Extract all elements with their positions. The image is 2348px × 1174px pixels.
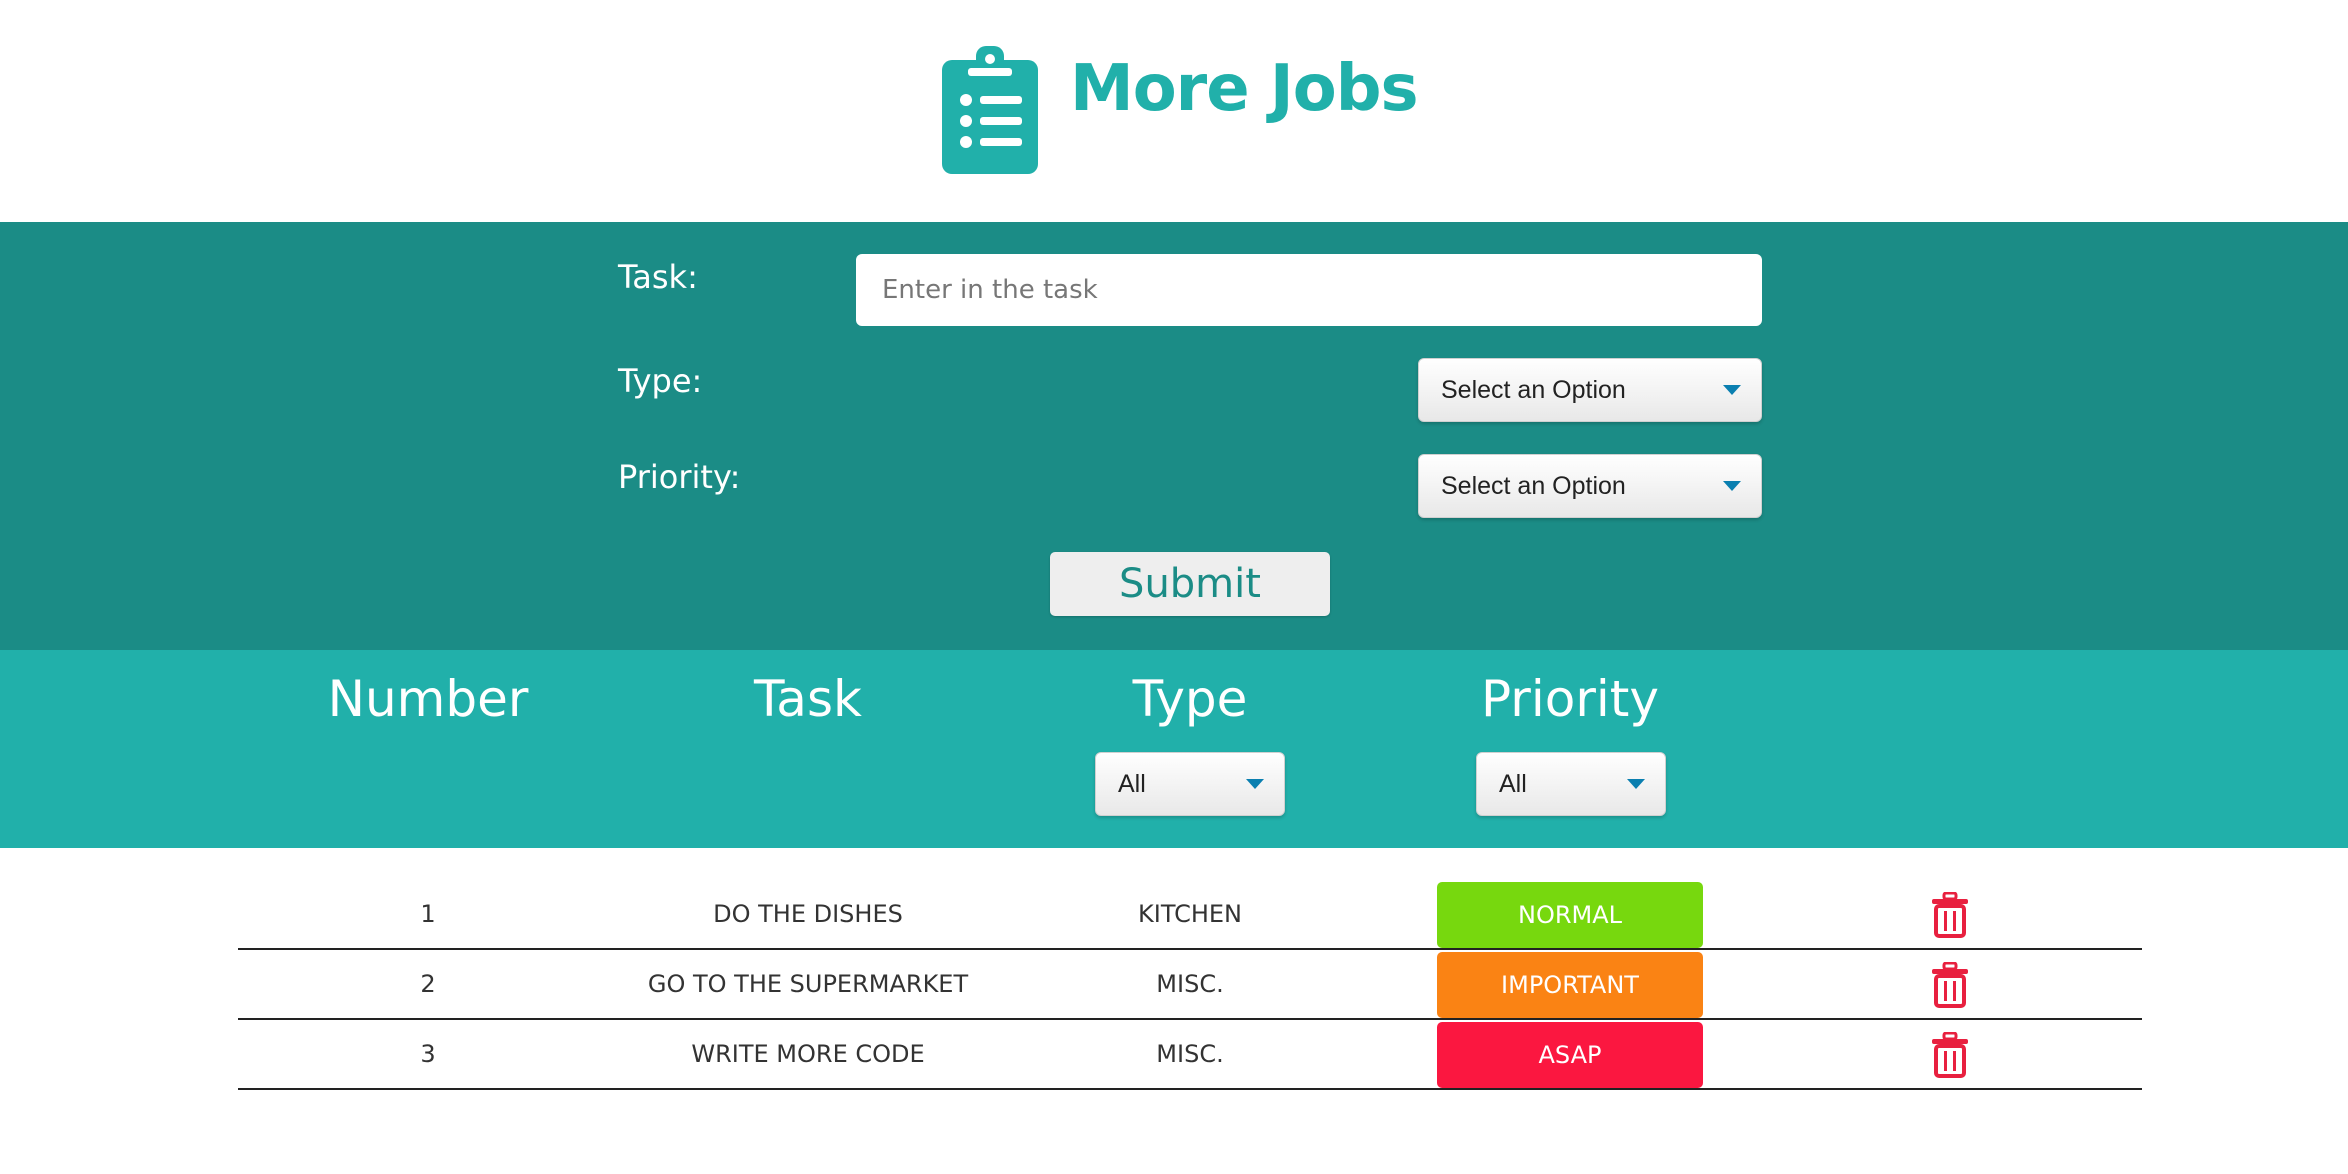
row-number: 2 [420, 970, 436, 998]
type-filter-select[interactable]: All [1095, 752, 1285, 816]
trash-icon[interactable] [1930, 1032, 1970, 1078]
trash-icon[interactable] [1930, 962, 1970, 1008]
priority-badge: NORMAL [1437, 882, 1703, 948]
table-row: 3 WRITE MORE CODE MISC. ASAP [238, 1020, 2142, 1090]
trash-icon[interactable] [1930, 892, 1970, 938]
priority-filter-value: All [1499, 769, 1527, 798]
chevron-down-icon [1723, 385, 1741, 395]
type-select-value: Select an Option [1441, 375, 1626, 404]
column-header-task: Task [754, 670, 862, 728]
row-number: 3 [420, 1040, 436, 1068]
table-row: 1 DO THE DISHES KITCHEN NORMAL [238, 880, 2142, 950]
priority-badge: ASAP [1437, 1022, 1703, 1088]
priority-select[interactable]: Select an Option [1418, 454, 1762, 518]
table-row: 2 GO TO THE SUPERMARKET MISC. IMPORTANT [238, 950, 2142, 1020]
chevron-down-icon [1246, 779, 1264, 789]
task-label: Task: [618, 258, 698, 296]
column-header-type: Type [1132, 670, 1248, 728]
app-header: More Jobs [0, 0, 2348, 222]
row-task: WRITE MORE CODE [691, 1040, 925, 1068]
type-label: Type: [618, 362, 703, 400]
task-form: Task: Type: Select an Option Priority: S… [0, 222, 2348, 650]
row-number: 1 [420, 900, 436, 928]
submit-button[interactable]: Submit [1050, 552, 1330, 616]
priority-label: Priority: [618, 458, 741, 496]
page-title: More Jobs [1070, 52, 1419, 126]
column-header-number: Number [327, 670, 529, 728]
row-task: DO THE DISHES [713, 900, 903, 928]
chevron-down-icon [1627, 779, 1645, 789]
clipboard-list-icon [942, 46, 1038, 174]
column-header-priority: Priority [1481, 670, 1659, 728]
priority-badge: IMPORTANT [1437, 952, 1703, 1018]
row-type: KITCHEN [1138, 900, 1242, 928]
chevron-down-icon [1723, 481, 1741, 491]
row-task: GO TO THE SUPERMARKET [647, 970, 969, 998]
type-select[interactable]: Select an Option [1418, 358, 1762, 422]
type-filter-value: All [1118, 769, 1146, 798]
priority-select-value: Select an Option [1441, 471, 1626, 500]
task-input[interactable] [856, 254, 1762, 326]
row-type: MISC. [1156, 970, 1224, 998]
priority-filter-select[interactable]: All [1476, 752, 1666, 816]
table-header: Number Task Type Priority All All [0, 650, 2348, 848]
row-type: MISC. [1156, 1040, 1224, 1068]
